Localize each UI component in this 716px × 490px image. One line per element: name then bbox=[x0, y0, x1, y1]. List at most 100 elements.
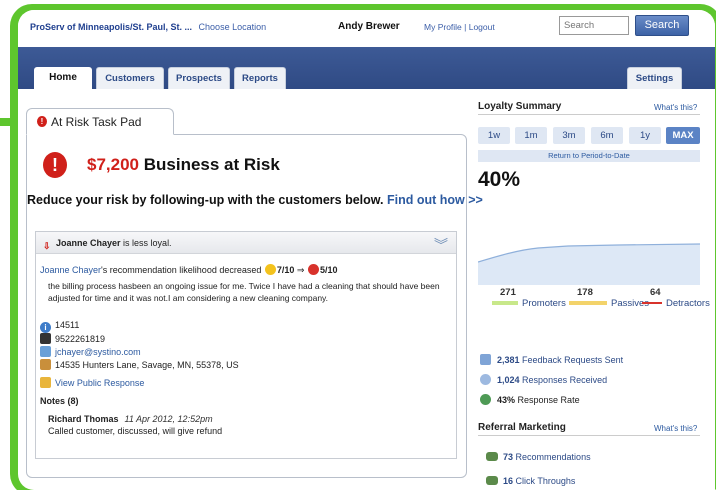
customer-phone: 9522261819 bbox=[55, 334, 106, 344]
phone-icon bbox=[40, 333, 51, 344]
referral-whats-this-link[interactable]: What's this? bbox=[654, 424, 697, 433]
risk-amount: $7,200 bbox=[87, 155, 139, 174]
rate-icon bbox=[480, 394, 491, 405]
tab-home[interactable]: Home bbox=[34, 67, 92, 89]
choose-location-link[interactable]: Choose Location bbox=[199, 22, 267, 32]
detractors-swatch bbox=[642, 302, 662, 305]
response-rate-row: 43% Response Rate bbox=[480, 394, 580, 405]
arrow-right-icon: ⇒ bbox=[296, 265, 305, 275]
referral-marketing-title: Referral Marketing bbox=[478, 422, 566, 433]
org-name-text[interactable]: ProServ of Minneapolis/St. Paul, St. ... bbox=[30, 22, 192, 32]
customer-phone-row: 9522261819 bbox=[40, 333, 105, 344]
envelope-icon bbox=[480, 354, 491, 365]
new-score: 5/10 bbox=[319, 265, 338, 275]
customer-link[interactable]: Joanne Chayer bbox=[40, 265, 101, 275]
recommendations-num: 73 bbox=[503, 452, 514, 462]
loyalty-summary-title: Loyalty Summary bbox=[478, 101, 562, 112]
rate-label: Response Rate bbox=[517, 395, 580, 405]
info-icon: i bbox=[40, 322, 51, 333]
responses-label: Responses Received bbox=[522, 375, 608, 385]
tab-settings[interactable]: Settings bbox=[627, 67, 682, 89]
loyalty-whats-this-link[interactable]: What's this? bbox=[654, 103, 697, 112]
promoters-stat: 271 Promoters bbox=[492, 287, 566, 309]
period-6m[interactable]: 6m bbox=[591, 127, 623, 144]
recommendation-text: 's recommendation likelihood decreased bbox=[101, 265, 262, 275]
loyalty-score: 40% bbox=[478, 168, 521, 191]
detractors-stat: 64 Detractors bbox=[642, 287, 710, 309]
period-1m[interactable]: 1m bbox=[515, 127, 547, 144]
at-risk-taskpad-tab[interactable]: ! At Risk Task Pad bbox=[26, 108, 174, 135]
customer-name: Joanne Chayer bbox=[56, 238, 121, 248]
note-header: Richard Thomas 11 Apr 2012, 12:52pm bbox=[48, 414, 213, 424]
reduce-risk-message: Reduce your risk by following-up with th… bbox=[27, 193, 384, 207]
recommendations-row[interactable]: 73 Recommendations bbox=[486, 452, 591, 462]
recommendations-label: Recommendations bbox=[515, 452, 591, 462]
risk-title-suffix: Business at Risk bbox=[143, 155, 280, 174]
click-throughs-row[interactable]: 16 Click Throughs bbox=[486, 476, 575, 486]
responses-num: 1,024 bbox=[497, 375, 520, 385]
feedback-label: Feedback Requests Sent bbox=[522, 355, 624, 365]
clicks-num: 16 bbox=[503, 476, 514, 486]
period-3m[interactable]: 3m bbox=[553, 127, 585, 144]
passives-count: 178 bbox=[577, 287, 593, 298]
clicks-label: Click Throughs bbox=[515, 476, 576, 486]
alert-icon: ! bbox=[37, 116, 47, 127]
view-public-response-row[interactable]: View Public Response bbox=[40, 377, 144, 388]
return-to-period-to-date[interactable]: Return to Period-to-Date bbox=[478, 150, 700, 162]
responses-row: 1,024 Responses Received bbox=[480, 374, 607, 385]
user-name: Andy Brewer bbox=[338, 21, 400, 32]
customer-email-link[interactable]: jchayer@systino.com bbox=[55, 347, 141, 357]
rate-num: 43% bbox=[497, 395, 516, 405]
notes-label[interactable]: Notes (8) bbox=[40, 396, 79, 406]
passives-swatch bbox=[569, 301, 607, 306]
view-public-response-link[interactable]: View Public Response bbox=[55, 378, 144, 388]
home-icon bbox=[40, 359, 51, 370]
app-window: ProServ of Minneapolis/St. Paul, St. ...… bbox=[18, 10, 715, 490]
period-1w[interactable]: 1w bbox=[478, 127, 510, 144]
business-at-risk-heading: $7,200 Business at Risk bbox=[87, 155, 280, 175]
promoters-label: Promoters bbox=[522, 298, 566, 309]
note-date: 11 Apr 2012, 12:52pm bbox=[124, 414, 213, 424]
big-alert-icon: ! bbox=[43, 152, 67, 178]
tab-reports[interactable]: Reports bbox=[234, 67, 286, 89]
referral-divider bbox=[478, 435, 700, 436]
note-text: Called customer, discussed, will give re… bbox=[48, 426, 223, 436]
customer-email-row: jchayer@systino.com bbox=[40, 346, 141, 357]
old-score: 7/10 bbox=[276, 265, 295, 275]
note-author: Richard Thomas bbox=[48, 414, 119, 424]
tab-customers[interactable]: Customers bbox=[96, 67, 164, 89]
recommendation-line: Joanne Chayer's recommendation likelihoo… bbox=[40, 264, 338, 276]
profile-logout-links[interactable]: My Profile | Logout bbox=[424, 22, 495, 32]
search-input[interactable] bbox=[559, 16, 629, 35]
email-icon bbox=[40, 346, 51, 357]
tab-prospects[interactable]: Prospects bbox=[168, 67, 230, 89]
taskpad-tab-label: At Risk Task Pad bbox=[51, 115, 142, 129]
customer-address-row: 14535 Hunters Lane, Savage, MN, 55378, U… bbox=[40, 359, 239, 370]
customer-risk-panel: ⇩ Joanne Chayer is less loyal. ︾ Joanne … bbox=[35, 231, 457, 459]
customer-comment: the billing process hasbeen an ongoing i… bbox=[48, 281, 440, 303]
reduce-risk-text: Reduce your risk by following-up with th… bbox=[27, 193, 483, 207]
customer-risk-header[interactable]: ⇩ Joanne Chayer is less loyal. ︾ bbox=[36, 232, 456, 254]
customer-address: 14535 Hunters Lane, Savage, MN, 55378, U… bbox=[55, 360, 239, 370]
neutral-face-icon bbox=[264, 264, 276, 275]
main-nav: Home Customers Prospects Reports Setting… bbox=[18, 47, 715, 89]
period-1y[interactable]: 1y bbox=[629, 127, 661, 144]
handshake-icon bbox=[486, 476, 498, 485]
find-out-how-link[interactable]: Find out how >> bbox=[387, 193, 483, 207]
speech-bubble-icon bbox=[480, 374, 491, 385]
search-button[interactable]: Search bbox=[635, 15, 689, 36]
top-bar: ProServ of Minneapolis/St. Paul, St. ...… bbox=[18, 10, 715, 46]
feedback-num: 2,381 bbox=[497, 355, 520, 365]
detractors-label: Detractors bbox=[666, 298, 710, 309]
chevron-down-icon[interactable]: ︾ bbox=[434, 234, 448, 256]
at-risk-card: ! $7,200 Business at Risk Reduce your ri… bbox=[26, 134, 483, 478]
trend-area bbox=[478, 244, 700, 285]
org-name[interactable]: ProServ of Minneapolis/St. Paul, St. ...… bbox=[30, 22, 266, 32]
customer-id-row: i 14511 bbox=[40, 320, 79, 333]
promoters-swatch bbox=[492, 301, 518, 306]
unhappy-face-icon bbox=[307, 264, 319, 275]
feedback-requests-row: 2,381 Feedback Requests Sent bbox=[480, 354, 623, 365]
handshake-icon bbox=[486, 452, 498, 461]
period-max[interactable]: MAX bbox=[666, 127, 700, 144]
passives-stat: 178 Passives bbox=[569, 287, 649, 309]
